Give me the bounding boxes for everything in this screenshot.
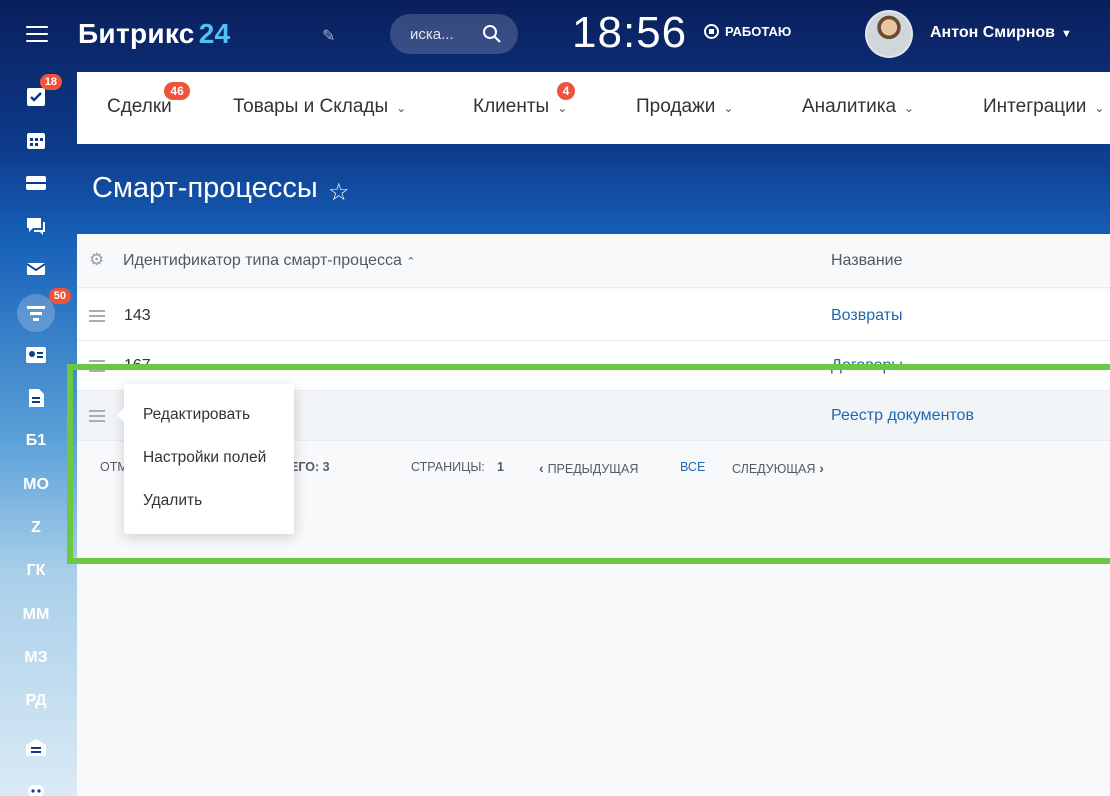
row-name-link[interactable]: Реестр документов [831,407,974,425]
chevron-down-icon: ⌄ [904,101,915,115]
row-menu-icon[interactable] [89,310,105,322]
sidebar-item-chat[interactable] [14,209,58,243]
sidebar-item-drive[interactable] [14,166,58,200]
sidebar-item-gk[interactable]: ГК [14,554,58,588]
tab-deals[interactable]: Сделки 46 [107,82,190,118]
drive-icon [26,176,46,190]
left-sidebar: 18 50 Б1 МО Z ГК ММ МЗ РД [0,72,76,796]
stop-icon [704,24,719,39]
sidebar-item-calendar[interactable] [14,123,58,157]
avatar[interactable] [865,10,913,58]
row-menu-icon[interactable] [89,410,105,422]
sidebar-item-mo[interactable]: МО [14,468,58,502]
row-name-link[interactable]: Договоры [831,357,903,375]
tab-clients[interactable]: Клиенты ⌄ 4 [473,82,576,118]
chevron-down-icon: ⌄ [1094,101,1105,115]
search-icon[interactable] [482,24,502,44]
work-status-label: РАБОТАЮ [725,24,792,39]
sidebar-item-crm[interactable]: 50 [17,288,71,332]
document-icon [29,389,44,407]
logo[interactable]: Битрикс 24 [78,18,230,50]
mail-icon [26,263,46,275]
chevron-down-icon: ⌄ [396,101,407,115]
deals-badge: 46 [164,82,190,100]
row-menu-icon[interactable] [89,360,105,372]
funnel-icon [27,306,45,321]
menu-burger-icon[interactable] [26,26,48,44]
warehouse-icon [26,739,46,756]
tab-sales-label: Продажи [636,96,716,117]
menu-item-delete[interactable]: Удалить [124,480,294,523]
logo-text: Битрикс [78,18,195,49]
contact-card-icon [26,347,46,363]
chevron-left-icon: ‹ [539,460,548,476]
pencil-icon[interactable]: ✎ [322,26,335,46]
row-id: 167 [124,357,151,374]
sidebar-item-z[interactable]: Z [14,511,58,545]
sidebar-item-tasks[interactable]: 18 [14,74,62,114]
clients-badge: 4 [556,82,576,100]
clock[interactable]: 18:56 [572,8,687,58]
pages-label: СТРАНИЦЫ: [411,460,485,474]
row-context-menu: Редактировать Настройки полей Удалить [117,384,294,534]
tab-integrations-label: Интеграции [983,96,1087,117]
calendar-icon [27,133,45,149]
user-menu[interactable]: Антон Смирнов ▼ [930,24,1072,42]
column-header-name[interactable]: Название [831,252,903,270]
tab-clients-label: Клиенты [473,96,550,117]
robot-icon [28,785,44,796]
column-header-id[interactable]: Идентификатор типа смарт-процесса ⌃ [123,252,416,270]
chevron-down-icon: ▼ [1061,28,1072,40]
prev-page-button[interactable]: ‹ ПРЕДЫДУЩАЯ [539,460,638,476]
next-page-button[interactable]: СЛЕДУЮЩАЯ › [732,460,824,476]
chevron-right-icon: › [815,460,824,476]
work-status-button[interactable]: РАБОТАЮ [704,24,791,39]
table-row[interactable]: 143 Возвраты [77,291,1110,341]
logo-number: 24 [198,18,231,49]
current-page: 1 [497,460,504,474]
tab-analytics[interactable]: Аналитика ⌄ [802,96,914,118]
tab-sales[interactable]: Продажи ⌄ [636,96,733,118]
column-id-label: Идентификатор типа смарт-процесса [123,252,402,269]
menu-item-edit[interactable]: Редактировать [124,394,294,437]
sidebar-item-b1[interactable]: Б1 [14,424,58,458]
row-name-link[interactable]: Возвраты [831,307,903,325]
tasks-icon [27,88,45,106]
crm-navbar: Сделки 46 Товары и Склады ⌄ Клиенты ⌄ 4 Пр… [77,72,1110,144]
user-name: Антон Смирнов [930,24,1055,41]
gear-icon[interactable]: ⚙ [89,251,105,268]
sidebar-item-rd[interactable]: РД [14,684,58,718]
tab-deals-label: Сделки [107,96,172,117]
sidebar-item-documents[interactable] [14,381,58,415]
search-box[interactable] [390,14,518,54]
sidebar-item-mz[interactable]: МЗ [14,641,58,675]
sidebar-item-robot[interactable] [14,772,58,796]
row-id: 143 [124,307,151,324]
chevron-down-icon: ⌄ [723,101,734,115]
sidebar-item-contacts[interactable] [14,338,58,372]
sidebar-item-warehouse[interactable] [14,730,58,764]
search-input[interactable] [410,14,482,54]
total-count: ЕГО: 3 [290,460,330,474]
menu-item-field-settings[interactable]: Настройки полей [124,437,294,480]
tab-integrations[interactable]: Интеграции ⌄ [983,96,1104,118]
all-pages-link[interactable]: ВСЕ [680,460,705,474]
page-title: Смарт-процессы [92,172,318,204]
next-label: СЛЕДУЮЩАЯ [732,462,816,476]
tab-products-label: Товары и Склады [233,96,389,117]
crm-badge: 50 [48,288,71,304]
sort-asc-icon: ⌃ [406,256,416,268]
top-header: Битрикс24 ✎ 18:56 РАБОТАЮ Антон Смирнов ▼ [0,0,1110,72]
table-header: ⚙ Идентификатор типа смарт-процесса ⌃ На… [77,234,1110,288]
chevron-down-icon: ⌄ [557,101,568,115]
sidebar-item-mail[interactable] [14,252,58,286]
tab-products[interactable]: Товары и Склады ⌄ [233,96,406,118]
chat-icon [27,218,45,235]
tasks-badge: 18 [39,74,62,90]
prev-label: ПРЕДЫДУЩАЯ [547,462,639,476]
tab-analytics-label: Аналитика [802,96,897,117]
star-icon[interactable]: ☆ [328,178,350,207]
sidebar-item-mm[interactable]: ММ [14,598,58,632]
